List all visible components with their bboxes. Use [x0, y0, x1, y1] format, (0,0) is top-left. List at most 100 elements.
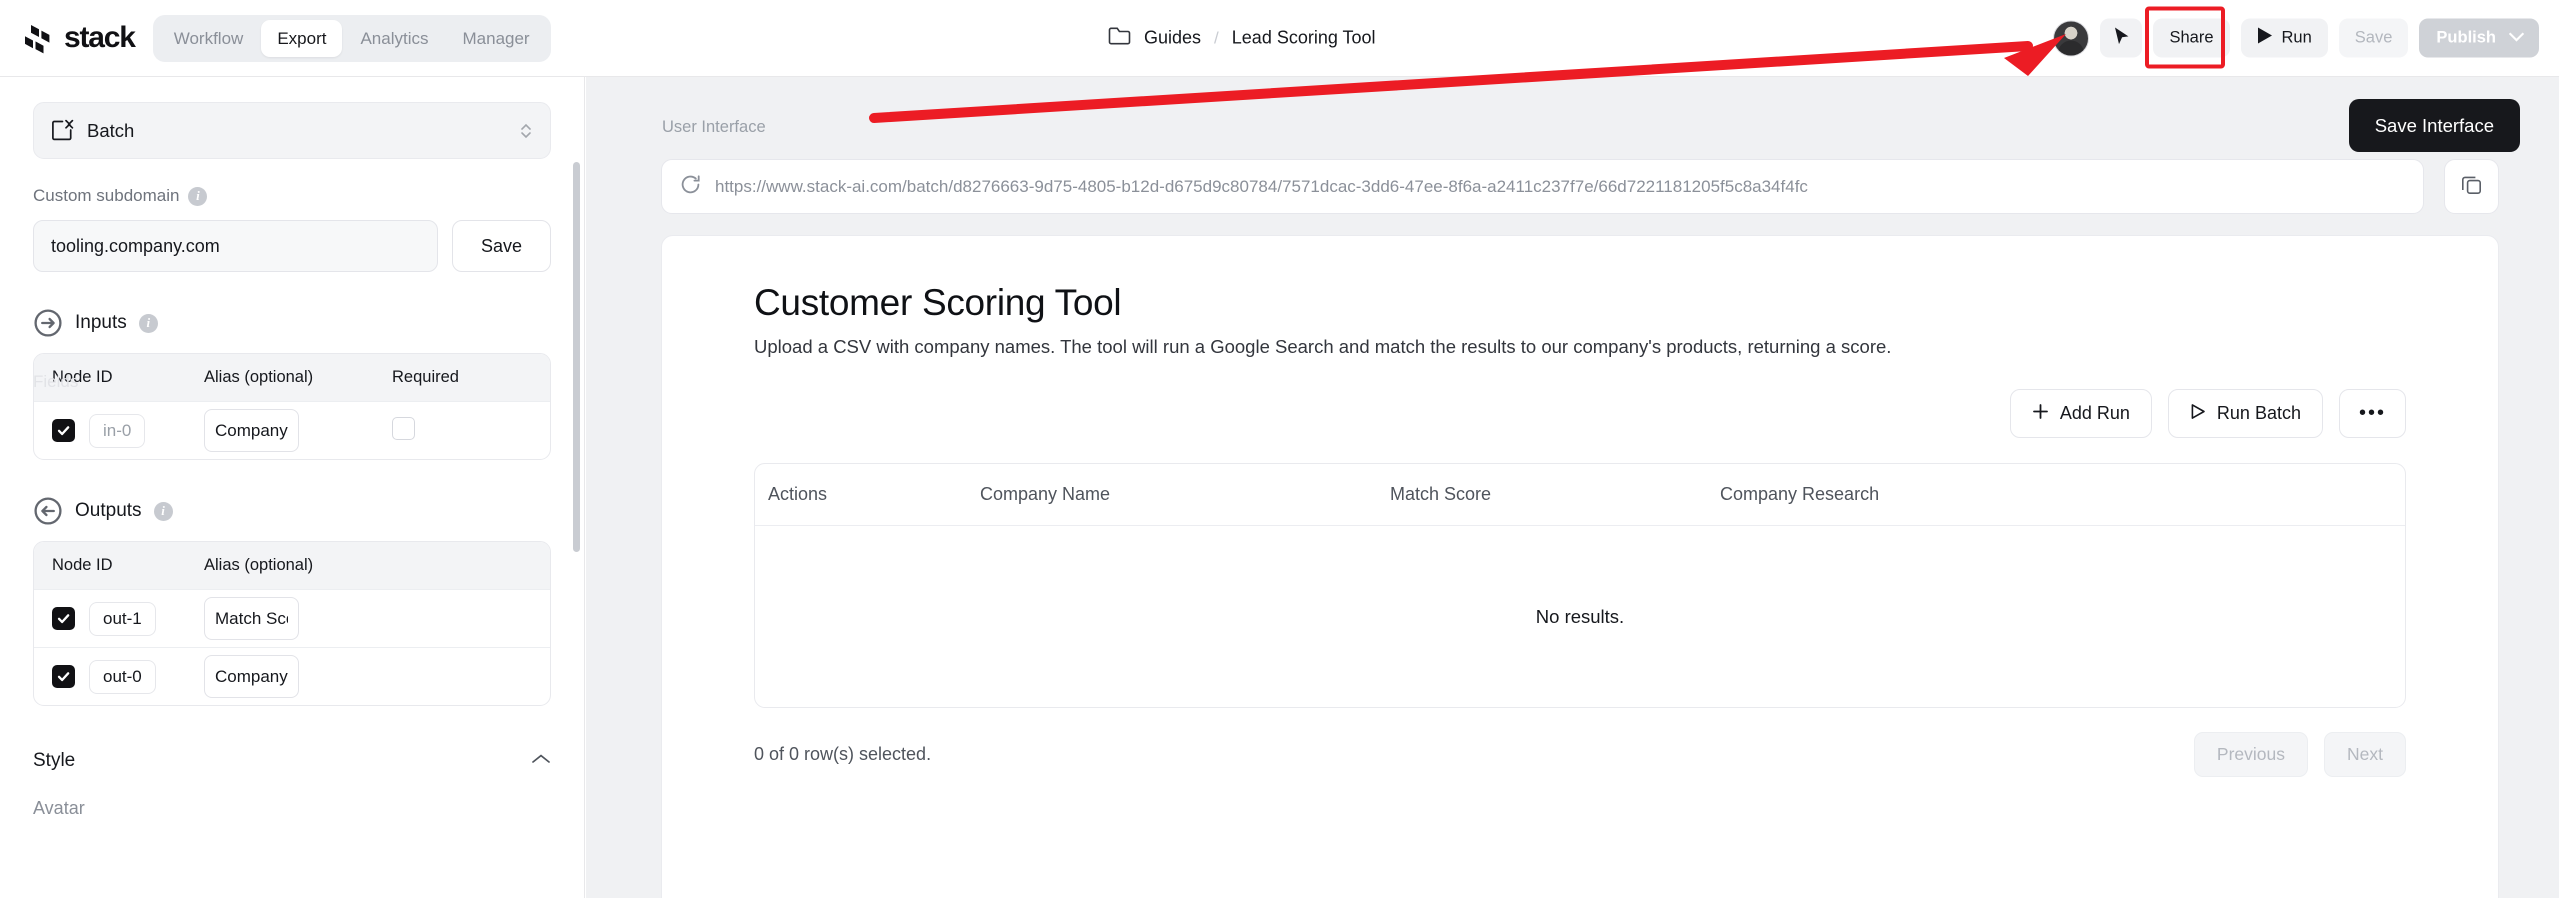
publish-button-label: Publish [2436, 28, 2496, 47]
inputs-required-checkbox[interactable] [392, 416, 415, 440]
custom-subdomain-input[interactable] [33, 220, 438, 272]
outputs-col-node-id: Node ID [52, 556, 113, 574]
results-table-empty-state: No results. [1535, 605, 1625, 627]
inputs-alias-cell [204, 409, 386, 452]
play-icon [2257, 27, 2273, 50]
tab-manager[interactable]: Manager [447, 20, 546, 57]
tab-workflow[interactable]: Workflow [158, 20, 260, 57]
left-sidebar: Batch Custom subdomain i Save Fields [0, 77, 585, 898]
sidebar-scrollbar[interactable] [573, 162, 580, 552]
mode-select[interactable]: Batch [33, 102, 551, 159]
style-section-header[interactable]: Style [33, 750, 551, 772]
save-interface-button[interactable]: Save Interface [2348, 99, 2520, 152]
breadcrumb-current[interactable]: Lead Scoring Tool [1232, 28, 1376, 49]
user-avatar[interactable] [2053, 20, 2090, 56]
mode-select-value: Batch [87, 119, 135, 141]
breadcrumb-parent[interactable]: Guides [1144, 28, 1201, 49]
info-icon[interactable]: i [188, 186, 208, 206]
inputs-col-required: Required [392, 368, 459, 386]
page-title: Customer Scoring Tool [754, 282, 1122, 323]
results-table-header: Actions Company Name Match Score Company… [755, 464, 2405, 526]
subdomain-save-button[interactable]: Save [451, 220, 551, 272]
chevron-updown-icon [519, 121, 533, 141]
outputs-section-header: Outputs i [33, 496, 551, 526]
add-run-button[interactable]: Add Run [2009, 389, 2152, 438]
info-icon[interactable]: i [153, 501, 173, 521]
outputs-col-alias: Alias (optional) [204, 556, 314, 574]
publish-button[interactable]: Publish [2419, 18, 2539, 58]
outputs-node-id: out-0 [89, 659, 156, 694]
outputs-node-id: out-1 [89, 601, 156, 636]
copy-url-button[interactable] [2444, 159, 2499, 214]
inputs-section-header: Inputs i [33, 308, 551, 338]
copy-icon [2461, 174, 2482, 200]
style-title: Style [33, 750, 76, 771]
outputs-node-cell: out-1 [34, 601, 204, 636]
tab-analytics[interactable]: Analytics [344, 20, 444, 57]
results-table: Actions Company Name Match Score Company… [754, 463, 2406, 708]
outputs-alias-cell [204, 655, 386, 698]
interface-preview-panel: Customer Scoring Tool Upload a CSV with … [661, 235, 2499, 898]
add-run-label: Add Run [2059, 403, 2130, 423]
plus-icon [2032, 403, 2049, 425]
outputs-table-header: Node ID Alias (optional) [34, 542, 550, 589]
inputs-required-cell [386, 416, 550, 445]
url-value: https://www.stack-ai.com/batch/d8276663-… [715, 176, 1808, 196]
col-actions: Actions [768, 484, 828, 504]
brand[interactable]: stack [22, 21, 136, 55]
col-company-research: Company Research [1720, 484, 1880, 504]
cursor-pointer-button[interactable] [2100, 18, 2143, 58]
export-batch-icon [51, 119, 74, 142]
previous-page-button[interactable]: Previous [2193, 732, 2309, 777]
outputs-alias-input[interactable] [204, 597, 299, 640]
run-button-label: Run [2281, 28, 2312, 47]
main-content: Save Interface User Interface https://ww… [586, 77, 2559, 898]
ellipsis-icon: ••• [2358, 402, 2386, 424]
page-subtitle: Upload a CSV with company names. The too… [754, 336, 1892, 357]
folder-icon [1108, 26, 1131, 51]
outputs-row-checkbox[interactable] [52, 607, 75, 630]
table-row: out-0 [34, 647, 550, 705]
outputs-alias-input[interactable] [204, 655, 299, 698]
table-row: out-1 [34, 589, 550, 647]
share-highlight-group: Share [2145, 6, 2230, 69]
avatar-field-label: Avatar [33, 798, 85, 818]
brand-name: stack [64, 21, 136, 54]
save-button[interactable]: Save [2338, 18, 2409, 58]
run-batch-label: Run Batch [2216, 403, 2301, 423]
inputs-table: Node ID Alias (optional) Required in-0 [33, 353, 551, 460]
inputs-title: Inputs [75, 312, 127, 333]
inputs-col-alias: Alias (optional) [204, 368, 314, 386]
cursor-pointer-icon [2113, 26, 2130, 50]
run-batch-button[interactable]: Run Batch [2167, 389, 2323, 438]
inputs-node-cell: in-0 [34, 413, 204, 448]
custom-subdomain-label: Custom subdomain [33, 186, 180, 205]
chevron-down-icon [2508, 29, 2525, 48]
pagination: Previous Next [2193, 732, 2406, 777]
inputs-table-header: Node ID Alias (optional) Required [34, 354, 550, 401]
run-button[interactable]: Run [2240, 18, 2328, 58]
more-options-button[interactable]: ••• [2338, 389, 2406, 438]
custom-subdomain-row: Save [33, 220, 551, 272]
chevron-up-icon [531, 752, 551, 770]
inputs-alias-input[interactable] [204, 409, 299, 452]
refresh-icon[interactable] [680, 174, 701, 200]
inputs-node-id: in-0 [89, 413, 146, 448]
panel-actions: Add Run Run Batch ••• [754, 389, 2406, 438]
col-company-name: Company Name [980, 484, 1111, 504]
outputs-node-cell: out-0 [34, 659, 204, 694]
selection-count: 0 of 0 row(s) selected. [754, 744, 932, 764]
next-page-button[interactable]: Next [2324, 732, 2406, 777]
info-icon[interactable]: i [138, 313, 158, 333]
custom-subdomain-label-row: Custom subdomain i [33, 186, 551, 206]
outputs-title: Outputs [75, 500, 142, 521]
inputs-row-checkbox[interactable] [52, 419, 75, 442]
arrow-out-of-circle-icon [33, 496, 63, 526]
app-root: stack Workflow Export Analytics Manager … [0, 0, 2559, 898]
share-button[interactable]: Share [2153, 18, 2230, 58]
tab-export[interactable]: Export [261, 19, 343, 57]
top-bar: stack Workflow Export Analytics Manager … [0, 0, 2559, 77]
url-bar[interactable]: https://www.stack-ai.com/batch/d8276663-… [661, 159, 2424, 214]
top-tabs: Workflow Export Analytics Manager [152, 14, 551, 62]
outputs-row-checkbox[interactable] [52, 665, 75, 688]
